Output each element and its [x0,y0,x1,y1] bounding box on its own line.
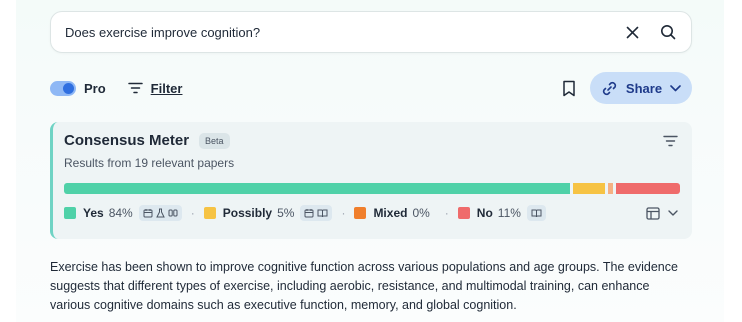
meter-view-toggle[interactable] [646,206,678,220]
book-icon [317,209,328,218]
legend-separator: · [341,206,346,220]
quote-icon [168,209,178,217]
yes-study-types-chip[interactable] [138,205,182,221]
mixed-swatch [354,207,367,219]
search-bar[interactable]: Does exercise improve cognition? [50,11,692,53]
consensus-bar [64,183,680,194]
bookmark-icon[interactable] [562,80,576,97]
chevron-down-icon [670,84,681,91]
pro-label: Pro [84,80,106,96]
beta-badge: Beta [199,132,230,149]
flask-icon [155,208,165,218]
bar-segment-no[interactable] [616,183,680,194]
results-toolbar: Pro Filter Share [50,72,692,104]
possibly-study-types-chip[interactable] [300,205,333,221]
legend-separator: · [444,206,449,220]
share-label: Share [625,80,663,96]
bar-segment-yes[interactable] [64,183,570,194]
yes-swatch [64,207,76,219]
search-icon[interactable] [659,23,677,41]
meter-legend: Yes 84% · Possibly 5% · Mixed 0% · No 11… [64,205,680,221]
legend-possibly-percent: 5% [277,206,295,220]
calendar-icon [304,209,314,218]
legend-yes-percent: 84% [108,206,133,220]
legend-mixed-label: Mixed [373,206,408,220]
legend-separator: · [190,206,195,220]
legend-mixed-percent: 0% [412,206,430,220]
answer-summary: Exercise has been shown to improve cogni… [50,260,678,312]
filter-label: Filter [150,80,183,96]
table-icon [646,206,660,220]
chevron-down-icon [668,210,678,216]
filter-button[interactable]: Filter [127,80,183,96]
bar-segment-possibly[interactable] [573,183,605,194]
meter-subtitle: Results from 19 relevant papers [64,156,235,170]
legend-no-label: No [476,206,493,220]
share-button[interactable]: Share [590,72,692,104]
search-actions [623,23,677,41]
legend-no-percent: 11% [497,206,521,220]
filter-icon [127,82,143,94]
no-study-types-chip[interactable] [526,205,546,221]
no-swatch [457,207,470,219]
legend-possibly-label: Possibly [222,206,273,220]
link-icon [602,81,617,95]
book-icon [531,209,542,218]
bar-segment-mixed[interactable] [608,183,613,194]
meter-title: Consensus Meter [64,132,190,149]
meter-filter-icon[interactable] [663,135,678,147]
calendar-icon [143,209,153,218]
pro-toggle[interactable] [50,80,76,96]
close-icon[interactable] [623,23,641,41]
consensus-meter: Consensus Meter Beta Results from 19 rel… [50,122,692,239]
search-input[interactable]: Does exercise improve cognition? [65,25,623,40]
possibly-swatch [203,207,216,219]
legend-yes-label: Yes [83,206,104,220]
